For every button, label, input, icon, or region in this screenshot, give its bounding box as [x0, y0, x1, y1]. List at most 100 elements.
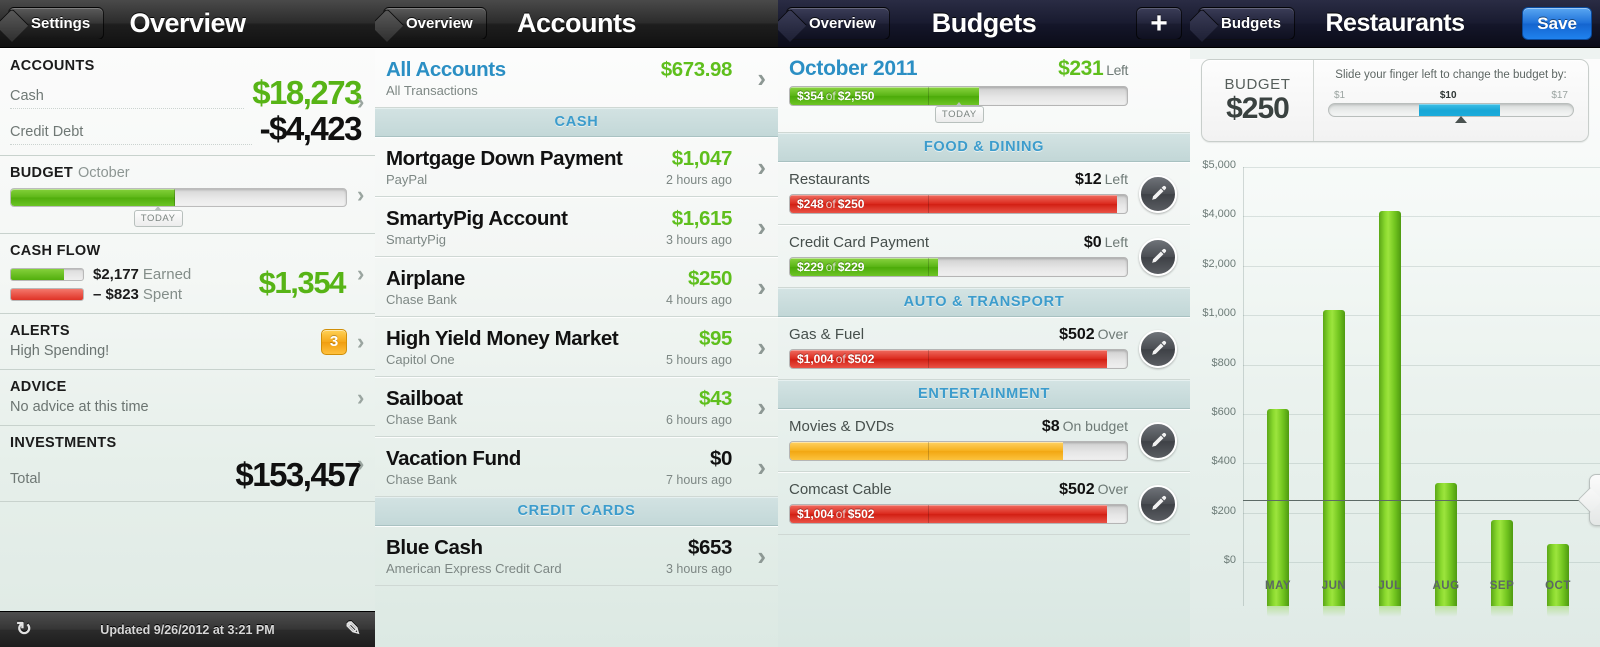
chart-bar: [1267, 408, 1289, 617]
chevron-right-icon: ›: [357, 328, 365, 354]
edit-budget-button[interactable]: [1139, 421, 1177, 460]
earned-bar: [10, 268, 84, 281]
settings-button-label: Settings: [31, 15, 91, 32]
edit-budget-button[interactable]: [1139, 174, 1177, 213]
chart-x-tick-label: OCT: [1545, 580, 1571, 592]
compose-icon[interactable]: ✎: [345, 618, 361, 641]
back-to-overview-button[interactable]: Overview: [383, 7, 487, 40]
budget-progress-fill: $1,004 of $502: [790, 505, 1107, 523]
overview-investments-section[interactable]: INVESTMENTS Total $153,457 ›: [0, 426, 375, 502]
overview-cashflow-section[interactable]: CASH FLOW $2,177 Earned – $823 Spent $1,35…: [0, 234, 375, 314]
overview-alerts-section[interactable]: ALERTS High Spending! 3 ›: [0, 314, 375, 370]
account-balance: $1,615: [671, 207, 733, 230]
refresh-icon[interactable]: ↻: [16, 618, 32, 641]
account-updated-time: 7 hours ago: [665, 473, 732, 487]
chart-y-tick-label: $400: [1211, 455, 1236, 468]
budget-status-label: Left: [1104, 234, 1128, 250]
budget-row[interactable]: Comcast Cable $502 Over $1,004 of $502: [778, 472, 1190, 535]
budget-category-name: Restaurants: [789, 171, 870, 188]
account-balance: $1,047: [671, 147, 733, 170]
budget-month-title: October 2011: [789, 57, 918, 80]
bar-total: $250: [837, 197, 865, 211]
budget-progress-bar: $1,004 of $502: [789, 504, 1128, 524]
overview-budget-section[interactable]: BUDGET October TODAY ›: [0, 156, 375, 234]
budget-row[interactable]: Movies & DVDs $8 On budget: [778, 409, 1190, 472]
account-name: High Yield Money Market: [386, 327, 619, 350]
investments-total-row: Total $153,457: [10, 458, 362, 491]
budget-progress-bar: [10, 188, 347, 207]
cashflow-earned-row: $2,177 Earned: [10, 266, 259, 283]
budget-month-summary[interactable]: October 2011 $231 Left $354 of $2,550 TODAY: [778, 48, 1190, 133]
earned-amount: $2,177: [93, 266, 139, 283]
sync-status-text: Updated 9/26/2012 at 3:21 PM: [100, 622, 275, 637]
budget-amount-display: BUDGET $250: [1202, 60, 1314, 141]
add-budget-button[interactable]: +: [1136, 7, 1182, 40]
account-name: Mortgage Down Payment: [386, 147, 623, 170]
budget-status-amount: $0: [1083, 234, 1102, 251]
back-to-budgets-button[interactable]: Budgets: [1198, 7, 1295, 40]
budget-month-today-divider: [928, 87, 930, 105]
account-institution: Chase Bank: [386, 412, 457, 427]
chart-x-tick-label: JUL: [1378, 580, 1402, 592]
overview-list: ACCOUNTS Cash $18,273 Credit Debt -$4,42…: [0, 48, 375, 647]
budgets-navbar: Overview Budgets +: [778, 0, 1190, 48]
chart-y-tick-label: $0: [1223, 554, 1236, 566]
account-institution: American Express Credit Card: [386, 561, 562, 576]
account-row[interactable]: Mortgage Down Payment $1,047 PayPal 2 hours…: [375, 137, 778, 197]
pencil-icon: [1149, 340, 1167, 358]
account-updated-time: 2 hours ago: [665, 173, 732, 187]
edit-budget-button[interactable]: [1139, 329, 1177, 368]
budget-step-slider[interactable]: [1328, 103, 1574, 123]
spending-history-chart: $5,000 $4,000 $2,000 $1,000 $800 $600 $400 $200…: [1190, 159, 1600, 647]
budget-today-divider: [928, 505, 930, 523]
edit-budget-button[interactable]: [1139, 237, 1177, 276]
budget-row[interactable]: Gas & Fuel $502 Over $1,004 of $502: [778, 317, 1190, 380]
account-row[interactable]: Blue Cash $653 American Express Credit Car…: [375, 526, 778, 586]
cashflow-section-header: CASH FLOW: [10, 243, 101, 259]
chart-x-tick-label: MAY: [1265, 580, 1291, 592]
all-accounts-row[interactable]: All Accounts $673.98 All Transactions ›: [375, 48, 778, 108]
budget-status: $0 Left: [1084, 234, 1128, 252]
budgets-screen: Overview Budgets + October 2011 $231 Left…: [778, 0, 1190, 647]
account-row[interactable]: Sailboat $43 Chase Bank 6 hours ago ›: [375, 377, 778, 437]
account-row[interactable]: Airplane $250 Chase Bank 4 hours ago ›: [375, 257, 778, 317]
budget-row[interactable]: Restaurants $12 Left $248 of $250: [778, 162, 1190, 225]
account-updated-time: 4 hours ago: [665, 293, 732, 307]
account-institution: Chase Bank: [386, 472, 457, 487]
bar-spent: $1,004: [797, 352, 834, 366]
edit-budget-button[interactable]: [1139, 484, 1177, 523]
chevron-right-icon: ›: [357, 89, 365, 114]
account-updated-time: 3 hours ago: [665, 233, 732, 247]
pencil-icon: [1149, 248, 1167, 266]
chart-bar: [1323, 309, 1345, 618]
settings-button[interactable]: Settings: [8, 7, 105, 40]
budget-bar-text: $248 of $250: [790, 197, 864, 211]
budget-status: $502 Over: [1059, 326, 1128, 344]
cash-label: Cash: [10, 88, 245, 109]
accounts-row-cash: Cash $18,273: [10, 76, 362, 109]
budget-label: BUDGET: [1224, 75, 1291, 93]
save-button[interactable]: Save: [1522, 7, 1592, 40]
budget-flag-callout: BUDGET $250: [1589, 474, 1600, 527]
account-institution: Chase Bank: [386, 292, 457, 307]
budget-status-amount: $502: [1059, 326, 1095, 343]
earned-label: Earned: [142, 266, 192, 283]
chart-y-tick-label: $1,000: [1202, 307, 1236, 320]
page-title: Overview: [129, 8, 246, 38]
back-to-overview-button[interactable]: Overview: [786, 7, 890, 40]
account-row[interactable]: High Yield Money Market $95 Capitol One 5 h…: [375, 317, 778, 377]
overview-accounts-section[interactable]: ACCOUNTS Cash $18,273 Credit Debt -$4,42…: [0, 48, 375, 156]
account-row[interactable]: Vacation Fund $0 Chase Bank 7 hours ago ›: [375, 437, 778, 497]
budget-progress-fill: $248 of $250: [790, 195, 1117, 213]
budget-today-marker: TODAY: [133, 206, 183, 227]
account-row[interactable]: SmartyPig Account $1,615 SmartyPig 3 hours …: [375, 197, 778, 257]
spent-label: Spent: [142, 286, 183, 303]
accounts-section-header: ACCOUNTS: [10, 58, 95, 74]
budget-status-label: Left: [1104, 171, 1128, 187]
chevron-right-icon: ›: [357, 260, 365, 286]
back-button-label: Overview: [809, 15, 876, 32]
overview-advice-section[interactable]: ADVICE No advice at this time ›: [0, 370, 375, 426]
budget-status-label: Over: [1097, 326, 1128, 342]
account-name: Vacation Fund: [386, 447, 521, 470]
budget-row[interactable]: Credit Card Payment $0 Left $229 of $229: [778, 225, 1190, 288]
